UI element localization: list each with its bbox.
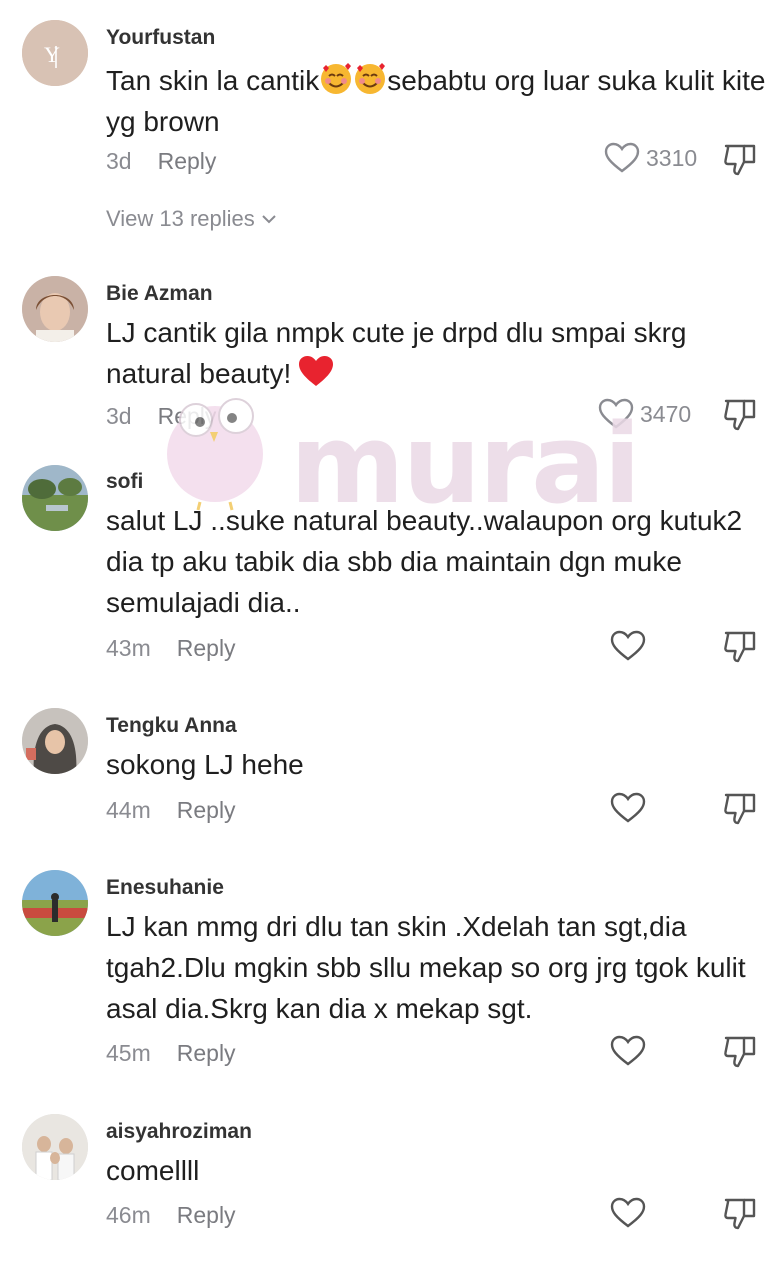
avatar[interactable] xyxy=(22,1114,88,1180)
thumbs-down-icon[interactable] xyxy=(722,397,758,433)
heart-outline-icon xyxy=(604,142,640,173)
thumbs-down-icon[interactable] xyxy=(722,1196,758,1232)
heart-outline-icon xyxy=(610,1035,646,1066)
comment-text-part: comellll xyxy=(106,1155,200,1186)
comment-text-part: Tan skin la cantik xyxy=(106,65,320,96)
comment-username[interactable]: sofi xyxy=(106,470,143,494)
thumbs-down-icon[interactable] xyxy=(722,629,758,665)
comment-time: 45m xyxy=(106,1040,151,1066)
comment-time: 43m xyxy=(106,635,151,661)
like-count: 3310 xyxy=(646,144,698,171)
avatar[interactable] xyxy=(22,870,88,936)
avatar[interactable] xyxy=(22,276,88,342)
chevron-down-icon xyxy=(262,215,276,224)
comment-time: 3d xyxy=(106,148,132,174)
like-button[interactable] xyxy=(610,1197,646,1229)
comment-text-part: LJ cantik gila nmpk cute je drpd dlu smp… xyxy=(106,317,687,389)
reply-button[interactable]: Reply xyxy=(177,1202,236,1228)
comment-username[interactable]: Enesuhanie xyxy=(106,876,224,900)
comment-time: 44m xyxy=(106,797,151,823)
like-button[interactable]: 3310 xyxy=(604,142,697,174)
comment-meta: 43m Reply xyxy=(106,635,236,662)
comment-meta: 3d Reply xyxy=(106,148,216,175)
comment-meta: 45m Reply xyxy=(106,1040,236,1067)
comment-username[interactable]: Yourfustan xyxy=(106,26,215,50)
comment-text: salut LJ ..suke natural beauty..walaupon… xyxy=(106,500,766,623)
thumbs-down-icon[interactable] xyxy=(722,791,758,827)
red-heart-icon xyxy=(299,356,334,386)
reply-button[interactable]: Reply xyxy=(177,635,236,661)
comment-text: Tan skin la cantik sebabtu org luar suka … xyxy=(106,60,766,142)
comment-meta: 3d Reply xyxy=(106,403,216,430)
view-replies-label: View 13 replies xyxy=(106,206,255,231)
like-count: 3470 xyxy=(640,400,692,427)
heart-outline-icon xyxy=(610,792,646,823)
like-button[interactable] xyxy=(610,792,646,824)
heart-outline-icon xyxy=(610,1197,646,1228)
comment-text: LJ cantik gila nmpk cute je drpd dlu smp… xyxy=(106,312,766,394)
thumbs-down-icon[interactable] xyxy=(722,142,758,178)
comment-meta: 44m Reply xyxy=(106,797,236,824)
comment-text-part: sokong LJ hehe xyxy=(106,749,304,780)
comment-meta: 46m Reply xyxy=(106,1202,236,1229)
like-button[interactable]: 3470 xyxy=(598,398,691,430)
heart-outline-icon xyxy=(598,398,634,429)
view-replies-button[interactable]: View 13 replies xyxy=(106,206,277,232)
reply-button[interactable]: Reply xyxy=(177,1040,236,1066)
avatar[interactable] xyxy=(22,708,88,774)
comment-text: sokong LJ hehe xyxy=(106,744,766,785)
heart-outline-icon xyxy=(610,630,646,661)
like-button[interactable] xyxy=(610,630,646,662)
watermark: murai xyxy=(160,392,641,528)
reply-button[interactable]: Reply xyxy=(177,797,236,823)
thumbs-down-icon[interactable] xyxy=(722,1034,758,1070)
smiling-face-with-hearts-icon xyxy=(321,63,352,94)
comment-username[interactable]: Bie Azman xyxy=(106,282,213,306)
smiling-face-with-hearts-icon xyxy=(355,63,386,94)
reply-button[interactable]: Reply xyxy=(158,403,217,429)
comment-text-part: salut LJ ..suke natural beauty..walaupon… xyxy=(106,505,743,618)
svg-text:Y: Y xyxy=(44,42,60,67)
comment-text: comellll xyxy=(106,1150,766,1191)
reply-button[interactable]: Reply xyxy=(158,148,217,174)
like-button[interactable] xyxy=(610,1035,646,1067)
comment-username[interactable]: aisyahroziman xyxy=(106,1120,252,1144)
comment-time: 46m xyxy=(106,1202,151,1228)
comment-text: LJ kan mmg dri dlu tan skin .Xdelah tan … xyxy=(106,906,766,1029)
comment-text-part: LJ kan mmg dri dlu tan skin .Xdelah tan … xyxy=(106,911,746,1024)
avatar[interactable]: Y xyxy=(22,20,88,86)
comment-time: 3d xyxy=(106,403,132,429)
avatar[interactable] xyxy=(22,465,88,531)
comment-username[interactable]: Tengku Anna xyxy=(106,714,237,738)
